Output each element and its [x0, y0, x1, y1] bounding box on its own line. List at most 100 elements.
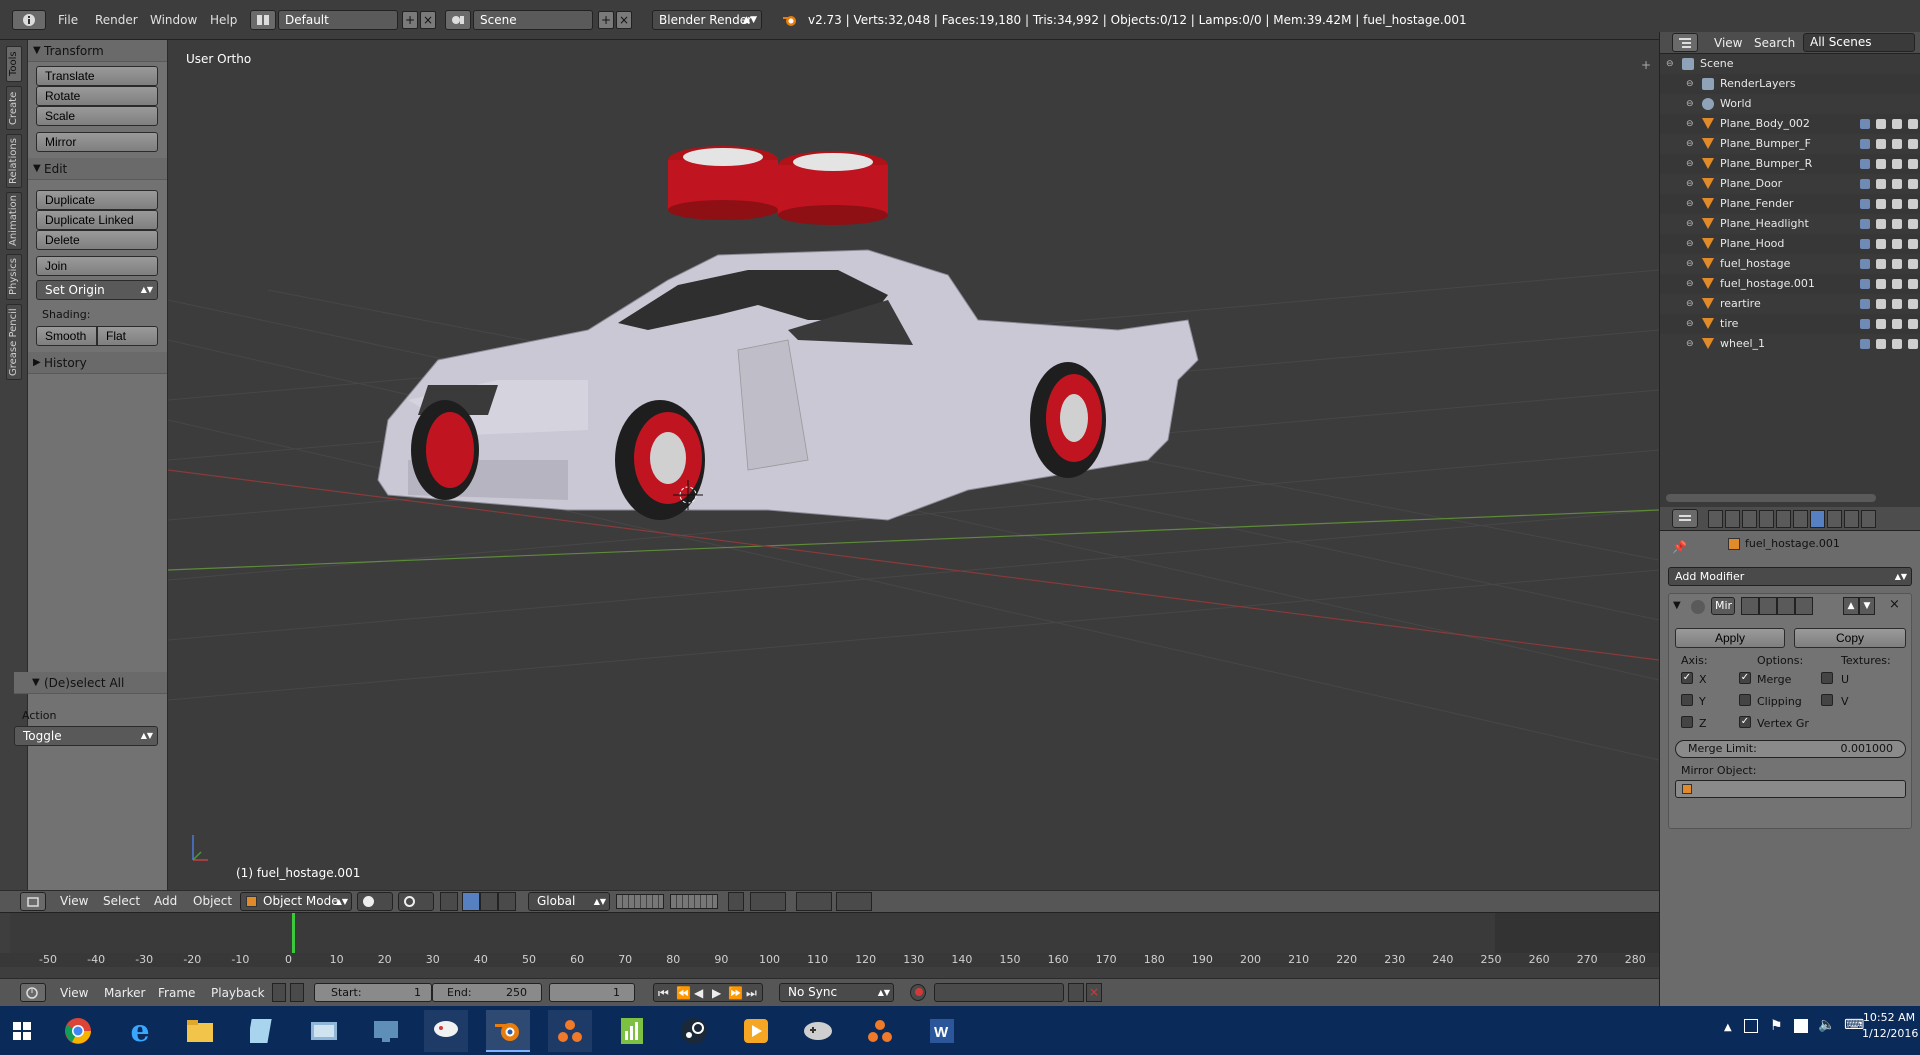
texture-v-checkbox[interactable]	[1821, 694, 1833, 706]
menu-file[interactable]: File	[58, 10, 78, 30]
menu-render[interactable]: Render	[95, 10, 138, 30]
axis-x-checkbox[interactable]: ✓	[1681, 672, 1693, 684]
menu-frame[interactable]: Frame	[158, 986, 195, 1000]
viewport-scene[interactable]	[168, 40, 1659, 890]
deselect-all-panel-header[interactable]: ▼ (De)select All	[14, 672, 167, 694]
layers-tab-icon[interactable]	[1725, 510, 1740, 528]
world-tab-icon[interactable]	[1759, 510, 1774, 528]
scene-field[interactable]: Scene	[473, 10, 593, 30]
game-controller-icon[interactable]	[796, 1010, 840, 1052]
timeline[interactable]: -50 -40 -30 -20 -10 0 10 20 30 40 50 60 70 80 90 100 110…	[0, 912, 1659, 978]
prev-keyframe-icon[interactable]: ⏪	[676, 986, 691, 1000]
expand-toggle-icon[interactable]: ⊖	[1686, 74, 1694, 94]
editor-type-properties-icon[interactable]	[1672, 509, 1698, 528]
renderable-camera-icon[interactable]	[1908, 179, 1918, 189]
transform-panel-header[interactable]: ▼ Transform	[28, 40, 167, 62]
monitor-icon[interactable]	[1794, 1019, 1808, 1033]
outliner-menu-view[interactable]: View	[1714, 36, 1742, 50]
show-viewport-icon[interactable]	[1759, 597, 1777, 615]
play-icon[interactable]: ▶	[712, 986, 721, 1000]
expand-toggle-icon[interactable]: ⊖	[1686, 254, 1694, 274]
media-player-icon[interactable]	[734, 1010, 778, 1052]
editor-type-info-icon[interactable]	[12, 10, 46, 30]
render-preview-icon[interactable]	[836, 892, 872, 911]
modifier-icon[interactable]	[1860, 319, 1870, 329]
outliner-item[interactable]: ⊖ Plane_Bumper_R	[1660, 154, 1920, 174]
outliner-item[interactable]: ⊖ Plane_Door	[1660, 174, 1920, 194]
lock-layers-icon[interactable]	[728, 892, 744, 911]
modifiers-tab-icon[interactable]	[1810, 510, 1825, 528]
scene-icon[interactable]	[445, 10, 471, 30]
show-render-icon[interactable]	[1777, 597, 1795, 615]
copy-button[interactable]: Copy	[1794, 628, 1906, 648]
selectable-arrow-icon[interactable]	[1892, 319, 1902, 329]
renderable-camera-icon[interactable]	[1908, 259, 1918, 269]
renderable-camera-icon[interactable]	[1908, 319, 1918, 329]
move-up-icon[interactable]: ▲	[1843, 597, 1859, 615]
visibility-eye-icon[interactable]	[1876, 279, 1886, 289]
end-frame-field[interactable]: End: 250	[432, 983, 542, 1002]
remove-scene-button[interactable]: ×	[616, 11, 632, 29]
show-cage-icon[interactable]	[1795, 597, 1813, 615]
insert-keyframe-icon[interactable]	[1068, 983, 1084, 1002]
visibility-eye-icon[interactable]	[1876, 139, 1886, 149]
expand-toggle-icon[interactable]: ⊖	[1686, 194, 1694, 214]
current-frame-marker[interactable]	[292, 913, 295, 953]
sync-mode-select[interactable]: No Sync ▲▼	[779, 983, 894, 1002]
tab-animation[interactable]: Animation	[6, 192, 22, 250]
renderable-camera-icon[interactable]	[1908, 339, 1918, 349]
visibility-eye-icon[interactable]	[1876, 299, 1886, 309]
remove-layout-button[interactable]: ×	[420, 11, 436, 29]
visibility-eye-icon[interactable]	[1876, 199, 1886, 209]
texture-u-checkbox[interactable]	[1821, 672, 1833, 684]
pin-icon[interactable]: 📌	[1672, 540, 1687, 554]
duplicate-button[interactable]: Duplicate	[36, 190, 158, 210]
expand-toggle-icon[interactable]: ⊖	[1686, 134, 1694, 154]
chrome-icon[interactable]	[56, 1010, 100, 1052]
notepad-icon[interactable]	[240, 1010, 284, 1052]
modifier-icon[interactable]	[1860, 299, 1870, 309]
auto-key-preview-icon[interactable]	[272, 983, 286, 1002]
renderable-camera-icon[interactable]	[1908, 139, 1918, 149]
outliner-item[interactable]: ⊖ fuel_hostage.001	[1660, 274, 1920, 294]
menu-marker[interactable]: Marker	[104, 986, 145, 1000]
record-icon[interactable]	[910, 984, 926, 1001]
menu-playback[interactable]: Playback	[211, 986, 265, 1000]
visibility-eye-icon[interactable]	[1876, 219, 1886, 229]
collapse-modifier-icon[interactable]: ▼	[1673, 600, 1681, 611]
material-tab-icon[interactable]	[1844, 510, 1859, 528]
menu-view[interactable]: View	[60, 986, 88, 1000]
outliner-item[interactable]: ⊖ Plane_Hood	[1660, 234, 1920, 254]
merge-checkbox[interactable]: ✓	[1739, 672, 1751, 684]
apply-button[interactable]: Apply	[1675, 628, 1785, 648]
blender-taskbar-icon[interactable]	[486, 1010, 530, 1052]
network-graph-app-2-icon[interactable]	[858, 1010, 902, 1052]
car-model[interactable]	[377, 146, 1199, 521]
modifier-name-field[interactable]: Mir	[1711, 597, 1735, 615]
outliner[interactable]: View Search All Scenes ⊖ Scene ⊖ RenderLaye…	[1659, 32, 1920, 507]
object-tab-icon[interactable]	[1776, 510, 1791, 528]
3d-viewport[interactable]: User Ortho (1) fuel_hostage.001 +	[168, 40, 1659, 890]
outliner-scrollbar[interactable]	[1666, 494, 1876, 502]
viewport-shading-select[interactable]	[357, 892, 393, 911]
history-panel-header[interactable]: ▶ History	[28, 352, 167, 374]
pivot-point-select[interactable]	[398, 892, 434, 911]
volume-icon[interactable]: 🔈	[1818, 1017, 1835, 1033]
lock-icon[interactable]	[290, 983, 304, 1002]
outliner-menu-search[interactable]: Search	[1754, 36, 1795, 50]
translate-button[interactable]: Translate	[36, 66, 158, 86]
modifier-icon[interactable]	[1860, 239, 1870, 249]
layers-grid-a[interactable]	[616, 894, 664, 909]
visibility-eye-icon[interactable]	[1876, 119, 1886, 129]
expand-toggle-icon[interactable]: ⊖	[1686, 154, 1694, 174]
expand-toggle-icon[interactable]: ⊖	[1666, 54, 1674, 74]
modifier-icon[interactable]	[1860, 179, 1870, 189]
show-in-editmode-icon[interactable]	[1741, 597, 1759, 615]
renderable-camera-icon[interactable]	[1908, 279, 1918, 289]
add-layout-button[interactable]: +	[402, 11, 418, 29]
tab-create[interactable]: Create	[6, 86, 22, 130]
layers-grid-b[interactable]	[670, 894, 718, 909]
outliner-item[interactable]: ⊖ tire	[1660, 314, 1920, 334]
render-engine-select[interactable]: Blender Render ▲▼	[652, 10, 762, 30]
chart-app-icon[interactable]	[610, 1010, 654, 1052]
